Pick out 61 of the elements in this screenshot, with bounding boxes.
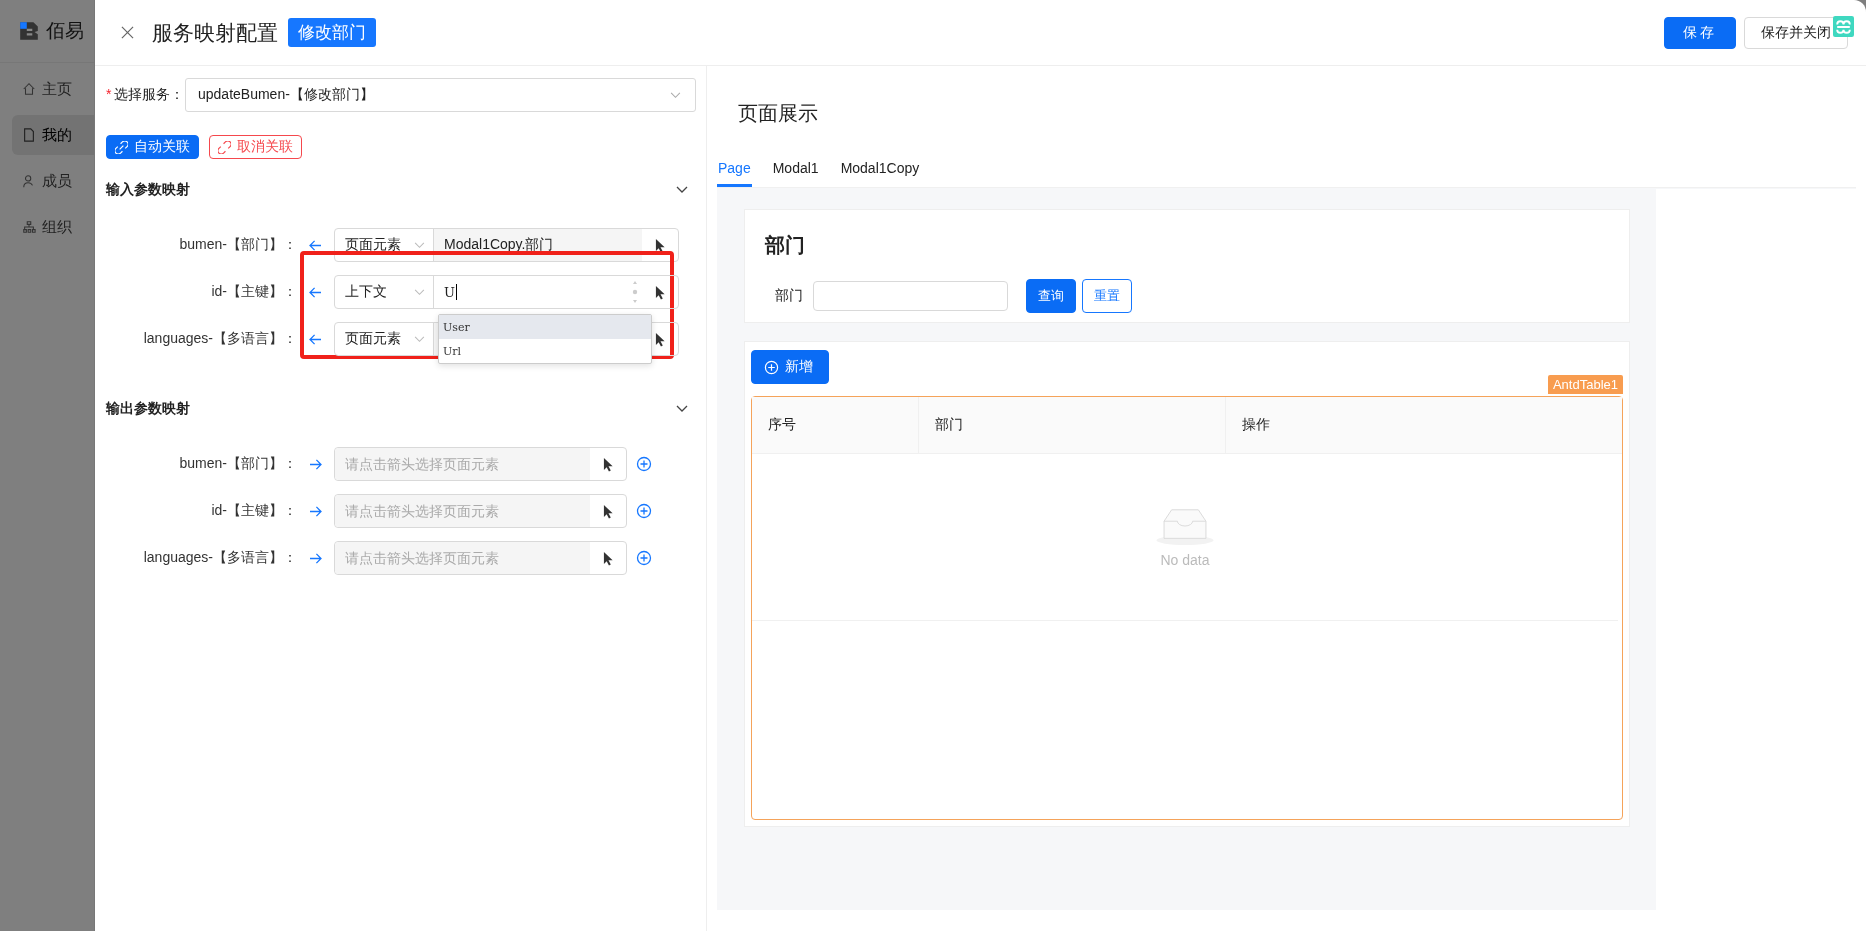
arrow-right-icon — [309, 552, 322, 564]
service-select[interactable]: updateBumen-【修改部门】 — [185, 78, 696, 112]
broken-link-icon — [218, 140, 231, 154]
file-icon — [22, 128, 36, 142]
query-button[interactable]: 查询 — [1026, 279, 1076, 313]
preview-tab[interactable]: Modal1 — [771, 160, 820, 187]
column-header: 序号 — [752, 397, 919, 453]
chevron-icon[interactable] — [676, 405, 688, 413]
add-button[interactable]: 新增 — [751, 350, 829, 384]
plus-circle-icon — [764, 359, 779, 375]
cursor-icon — [654, 331, 666, 347]
sidebar-item[interactable]: 组织 — [12, 207, 94, 247]
sidebar-item[interactable]: 成员 — [12, 161, 94, 201]
param-label: languages-【多语言】： — [142, 549, 297, 567]
param-label: id-【主键】： — [210, 283, 297, 301]
auto-link-button[interactable]: 自动关联 — [106, 135, 199, 159]
unlink-button[interactable]: 取消关联 — [209, 135, 302, 159]
sidebar-item[interactable]: 主页 — [12, 69, 94, 109]
logo-icon — [18, 20, 40, 42]
user-icon — [22, 174, 36, 188]
add-circle-icon[interactable] — [636, 550, 652, 566]
section-title: 输入参数映射 — [106, 181, 190, 199]
empty-inbox-icon — [1154, 506, 1216, 546]
service-tag: 修改部门 — [288, 18, 376, 47]
suggestion-item[interactable]: User — [439, 315, 651, 339]
empty-text: No data — [1160, 552, 1210, 568]
close-icon[interactable] — [121, 26, 134, 39]
search-field[interactable] — [813, 281, 1008, 311]
param-label: languages-【多语言】： — [142, 330, 297, 348]
column-header: 操作 — [1241, 415, 1271, 434]
save-close-button[interactable]: 保存并关闭 — [1744, 16, 1848, 49]
arrow-right-icon — [309, 458, 322, 470]
link-icon — [115, 140, 128, 154]
chevron-icon[interactable] — [676, 186, 688, 194]
card-title: 部门 — [765, 233, 806, 258]
arrow-left-icon — [309, 286, 322, 298]
arrow-left-icon — [309, 333, 322, 345]
arrow-right-icon — [309, 505, 322, 517]
column-header: 部门 — [919, 397, 1226, 453]
add-circle-icon[interactable] — [636, 456, 652, 472]
add-circle-icon[interactable] — [636, 503, 652, 519]
save-button[interactable]: 保存 — [1664, 16, 1736, 49]
logo-text: 佰易 — [46, 19, 84, 43]
chevron-down-icon — [670, 91, 681, 99]
sidebar-item[interactable]: 我的 — [12, 115, 94, 155]
service-label: * 选择服务： — [106, 86, 185, 104]
preview-tab[interactable]: Modal1Copy — [839, 160, 921, 187]
param-label: bumen-【部门】： — [178, 236, 297, 254]
reset-button[interactable]: 重置 — [1082, 279, 1132, 313]
chevron-down-icon — [414, 335, 425, 343]
home-icon — [22, 82, 36, 96]
field-label: 部门 — [775, 287, 803, 305]
arrow-left-icon — [309, 239, 322, 251]
param-label: id-【主键】： — [210, 502, 297, 520]
preview-title: 页面展示 — [738, 101, 819, 126]
org-icon — [22, 220, 36, 234]
param-label: bumen-【部门】： — [178, 455, 297, 473]
drawer-title: 服务映射配置 — [152, 19, 278, 46]
suggestion-item[interactable]: Url — [439, 339, 651, 363]
section-title: 输出参数映射 — [106, 400, 190, 418]
component-tag: AntdTable1 — [1547, 375, 1623, 394]
